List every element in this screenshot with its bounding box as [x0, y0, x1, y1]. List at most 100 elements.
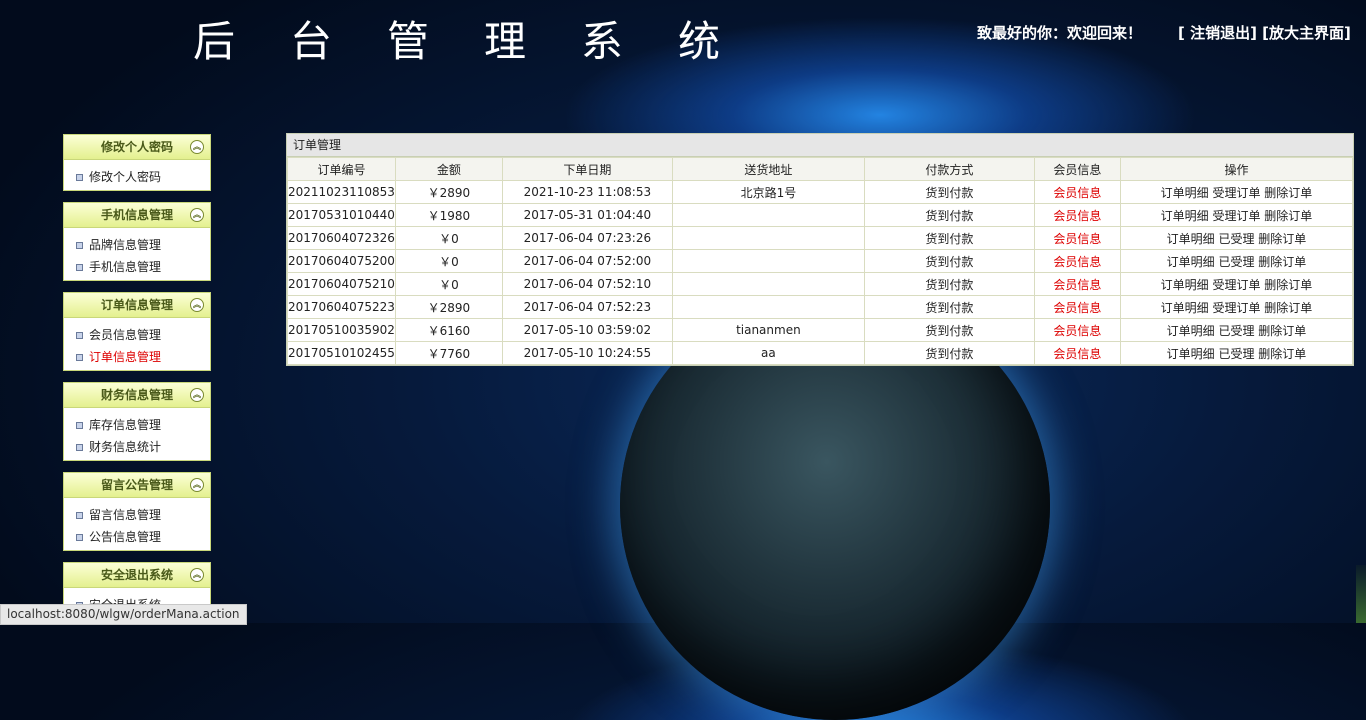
menu-item-brand[interactable]: 品牌信息管理 — [64, 234, 210, 256]
accept-order-link[interactable]: 已受理 — [1218, 255, 1254, 269]
address-cell: aa — [671, 341, 865, 365]
order-detail-link[interactable]: 订单明细 — [1161, 278, 1209, 292]
accept-order-link[interactable]: 受理订单 — [1212, 301, 1260, 315]
payment-cell: 货到付款 — [863, 249, 1035, 273]
member-info-link[interactable]: 会员信息 — [1033, 295, 1121, 319]
member-info-link[interactable]: 会员信息 — [1033, 318, 1121, 342]
accept-order-link[interactable]: 已受理 — [1218, 232, 1254, 246]
accept-order-link[interactable]: 已受理 — [1218, 324, 1254, 338]
address-cell — [671, 272, 865, 296]
operations-cell: 订单明细 受理订单 删除订单 — [1119, 295, 1354, 319]
column-header: 送货地址 — [671, 157, 865, 181]
payment-cell: 货到付款 — [863, 180, 1035, 204]
menu-header[interactable]: 留言公告管理 ︽ — [64, 473, 210, 498]
order-detail-link[interactable]: 订单明细 — [1167, 324, 1215, 338]
member-info-link[interactable]: 会员信息 — [1033, 249, 1121, 273]
table-row: 20170510102455 ￥7760 2017-05-10 10:24:55 aa… — [287, 341, 1354, 365]
amount-cell: ￥2890 — [394, 295, 503, 319]
menu-item-order[interactable]: 订单信息管理 — [64, 346, 210, 368]
table-row: 20211023110853 ￥2890 2021-10-23 11:08:53 北京… — [287, 180, 1354, 204]
member-info-link[interactable]: 会员信息 — [1033, 226, 1121, 250]
address-cell — [671, 249, 865, 273]
order-panel: 订单管理 订单编号 金额 下单日期 送货地址 付款方式 会员信息 操作 2021… — [286, 133, 1354, 366]
delete-order-link[interactable]: 删除订单 — [1258, 232, 1306, 246]
menu-item-member[interactable]: 会员信息管理 — [64, 324, 210, 346]
member-info-link[interactable]: 会员信息 — [1033, 180, 1121, 204]
bullet-icon — [76, 332, 83, 339]
order-id-cell: 20170510035902 — [287, 318, 396, 342]
welcome-text: 致最好的你：欢迎回来！ — [977, 24, 1143, 42]
amount-cell: ￥0 — [394, 226, 503, 250]
bullet-icon — [76, 534, 83, 541]
table-body: 20211023110853 ￥2890 2021-10-23 11:08:53 北京… — [287, 180, 1354, 365]
menu-item-notice[interactable]: 公告信息管理 — [64, 526, 210, 548]
payment-cell: 货到付款 — [863, 226, 1035, 250]
menu-header[interactable]: 订单信息管理 ︽ — [64, 293, 210, 318]
table-row: 20170510035902 ￥6160 2017-05-10 03:59:02 ti… — [287, 318, 1354, 342]
status-bar-url: localhost:8080/wlgw/orderMana.action — [0, 604, 247, 625]
chevron-up-icon[interactable]: ︽ — [190, 568, 204, 582]
order-detail-link[interactable]: 订单明细 — [1167, 255, 1215, 269]
address-cell — [671, 203, 865, 227]
date-cell: 2017-05-10 03:59:02 — [501, 318, 673, 342]
menu-item-stock[interactable]: 库存信息管理 — [64, 414, 210, 436]
order-detail-link[interactable]: 订单明细 — [1161, 301, 1209, 315]
menu-header[interactable]: 修改个人密码 ︽ — [64, 135, 210, 160]
accept-order-link[interactable]: 已受理 — [1218, 347, 1254, 361]
accept-order-link[interactable]: 受理订单 — [1212, 278, 1260, 292]
delete-order-link[interactable]: 删除订单 — [1258, 255, 1306, 269]
payment-cell: 货到付款 — [863, 203, 1035, 227]
order-detail-link[interactable]: 订单明细 — [1161, 209, 1209, 223]
accept-order-link[interactable]: 受理订单 — [1212, 209, 1260, 223]
order-detail-link[interactable]: 订单明细 — [1167, 232, 1215, 246]
top-links: [ 注销退出] [放大主界面] — [1178, 22, 1351, 43]
delete-order-link[interactable]: 删除订单 — [1258, 324, 1306, 338]
delete-order-link[interactable]: 删除订单 — [1264, 278, 1312, 292]
delete-order-link[interactable]: 删除订单 — [1258, 347, 1306, 361]
amount-cell: ￥0 — [394, 272, 503, 296]
chevron-up-icon[interactable]: ︽ — [190, 478, 204, 492]
member-info-link[interactable]: 会员信息 — [1033, 272, 1121, 296]
column-header: 订单编号 — [287, 157, 396, 181]
table-header-row: 订单编号 金额 下单日期 送货地址 付款方式 会员信息 操作 — [287, 157, 1354, 181]
operations-cell: 订单明细 受理订单 删除订单 — [1119, 272, 1354, 296]
bullet-icon — [76, 422, 83, 429]
payment-cell: 货到付款 — [863, 295, 1035, 319]
chevron-up-icon[interactable]: ︽ — [190, 208, 204, 222]
panel-title: 订单管理 — [287, 134, 1353, 157]
order-detail-link[interactable]: 订单明细 — [1167, 347, 1215, 361]
date-cell: 2021-10-23 11:08:53 — [501, 180, 673, 204]
member-info-link[interactable]: 会员信息 — [1033, 341, 1121, 365]
operations-cell: 订单明细 已受理 删除订单 — [1119, 249, 1354, 273]
delete-order-link[interactable]: 删除订单 — [1264, 301, 1312, 315]
table-row: 20170604075223 ￥2890 2017-06-04 07:52:23 货到… — [287, 295, 1354, 319]
order-id-cell: 20170604075210 — [287, 272, 396, 296]
logout-link[interactable]: [ 注销退出] — [1178, 24, 1257, 42]
delete-order-link[interactable]: 删除订单 — [1264, 186, 1312, 200]
order-detail-link[interactable]: 订单明细 — [1161, 186, 1209, 200]
menu-item-finance-stats[interactable]: 财务信息统计 — [64, 436, 210, 458]
sidebar: 修改个人密码 ︽ 修改个人密码 手机信息管理 ︽ 品牌信息管理 手机信息管理 订单信… — [63, 134, 211, 630]
menu-header[interactable]: 财务信息管理 ︽ — [64, 383, 210, 408]
accept-order-link[interactable]: 受理订单 — [1212, 186, 1260, 200]
delete-order-link[interactable]: 删除订单 — [1264, 209, 1312, 223]
chevron-up-icon[interactable]: ︽ — [190, 140, 204, 154]
menu-item-phone[interactable]: 手机信息管理 — [64, 256, 210, 278]
date-cell: 2017-06-04 07:23:26 — [501, 226, 673, 250]
menu-item-message[interactable]: 留言信息管理 — [64, 504, 210, 526]
member-info-link[interactable]: 会员信息 — [1033, 203, 1121, 227]
chevron-up-icon[interactable]: ︽ — [190, 388, 204, 402]
order-id-cell: 20211023110853 — [287, 180, 396, 204]
menu-item-change-password[interactable]: 修改个人密码 — [64, 166, 210, 188]
amount-cell: ￥7760 — [394, 341, 503, 365]
table-row: 20170604072326 ￥0 2017-06-04 07:23:26 货到付款会… — [287, 226, 1354, 250]
column-header: 操作 — [1119, 157, 1354, 181]
menu-header[interactable]: 安全退出系统 ︽ — [64, 563, 210, 588]
amount-cell: ￥6160 — [394, 318, 503, 342]
payment-cell: 货到付款 — [863, 318, 1035, 342]
menu-message: 留言公告管理 ︽ 留言信息管理 公告信息管理 — [63, 472, 211, 551]
zoom-link[interactable]: [放大主界面] — [1262, 24, 1351, 42]
menu-header[interactable]: 手机信息管理 ︽ — [64, 203, 210, 228]
order-id-cell: 20170510102455 — [287, 341, 396, 365]
chevron-up-icon[interactable]: ︽ — [190, 298, 204, 312]
